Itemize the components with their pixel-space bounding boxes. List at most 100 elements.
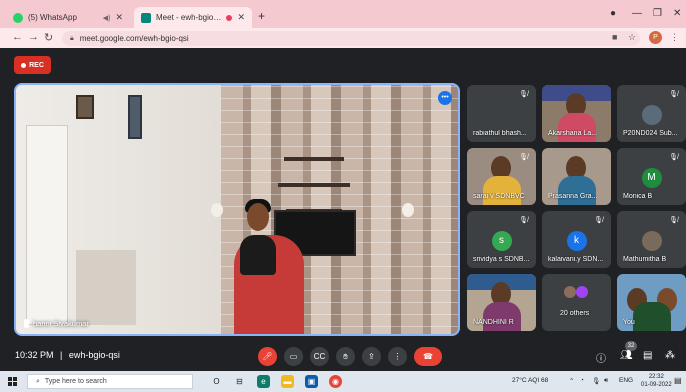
pin-icon xyxy=(24,319,29,328)
main-speaker-video[interactable]: ••• harini Sivakumar xyxy=(14,83,460,336)
dancer-face xyxy=(247,203,269,231)
participant-tile[interactable]: 🎙︎̸ s srividya s SDNB... xyxy=(467,211,536,268)
participant-photo xyxy=(558,113,596,142)
menu-dots-icon[interactable]: ⋮ xyxy=(670,32,679,43)
maximize-icon[interactable]: ❐ xyxy=(653,8,662,19)
avatar xyxy=(641,105,662,125)
participant-name: P20ND024 Sub... xyxy=(623,130,678,137)
avatar: k xyxy=(566,231,587,251)
new-tab-button[interactable]: + xyxy=(258,9,265,23)
bookmark-star-icon[interactable]: ☆ xyxy=(628,32,636,43)
participant-tile[interactable]: 🎙︎̸ P20ND024 Sub... xyxy=(617,85,686,142)
back-icon[interactable]: ← xyxy=(12,31,23,43)
participant-name: Monica B xyxy=(623,193,653,200)
chrome-icon[interactable]: ◉ xyxy=(329,375,342,388)
mic-tray-icon[interactable]: 🎙︎ xyxy=(592,377,600,385)
tab-title: Meet - ewh-bgio-qsi xyxy=(156,13,222,22)
close-tab-icon[interactable]: ✕ xyxy=(115,12,123,23)
address-bar[interactable]: 🔒︎ meet.google.com/ewh-bgio-qsi xyxy=(62,31,640,46)
leave-call-button[interactable]: ☎︎ xyxy=(414,347,442,366)
taskbar-clock[interactable]: 22:32 01-09-2022 xyxy=(641,373,672,389)
participant-tile[interactable]: 🎙︎̸ M Monica B xyxy=(617,148,686,205)
wall-picture xyxy=(76,95,94,119)
tab-meet[interactable]: Meet - ewh-bgio-qsi ✕ xyxy=(134,7,252,28)
present-screen-button[interactable]: ⇪ xyxy=(362,347,381,366)
captions-button[interactable]: CC xyxy=(310,347,329,366)
recording-dot-icon xyxy=(226,14,233,21)
camera-toggle-button[interactable]: ▭ xyxy=(284,347,303,366)
activities-icon[interactable]: ⁂ xyxy=(665,350,675,361)
more-options-button[interactable]: ⋮ xyxy=(388,347,407,366)
meeting-details-icon[interactable]: ⓘ xyxy=(596,350,606,365)
chat-icon[interactable]: ▤ xyxy=(643,350,652,361)
browser-toolbar: ← → ↻ 🔒︎ meet.google.com/ewh-bgio-qsi ■ … xyxy=(0,28,686,48)
volume-icon[interactable]: 🔊︎ xyxy=(604,377,608,385)
mic-off-icon: 🎙︎̸ xyxy=(519,154,528,161)
search-placeholder: Type here to search xyxy=(44,378,107,385)
task-view-icon[interactable]: ⊟ xyxy=(233,375,246,388)
mic-off-icon: 🎙︎̸ xyxy=(519,91,528,98)
avatar: M xyxy=(641,168,662,188)
participant-tile[interactable]: Akarshana La... xyxy=(542,85,611,142)
network-icon[interactable]: ◔ xyxy=(580,377,584,384)
tab-whatsapp[interactable]: (5) WhatsApp ◀) ✕ xyxy=(6,7,130,28)
room-counter xyxy=(76,250,136,325)
close-window-icon[interactable]: ✕ xyxy=(673,8,681,19)
participant-name: Akarshana La... xyxy=(548,130,598,137)
store-icon[interactable]: ▣ xyxy=(305,375,318,388)
weather-status[interactable]: 27°C AQI 68 xyxy=(512,377,548,384)
participant-name: You xyxy=(623,319,635,326)
file-explorer-icon[interactable]: ▬ xyxy=(281,375,294,388)
reload-icon[interactable]: ↻ xyxy=(44,31,53,44)
taskbar-search-input[interactable]: ⌕ Type here to search xyxy=(27,374,193,389)
participant-tile[interactable]: 🎙︎̸ rabiathul bhash... xyxy=(467,85,536,142)
media-control-icon[interactable]: ● xyxy=(610,8,616,19)
camera-indicator-icon[interactable]: ■ xyxy=(612,32,617,42)
raise-hand-button[interactable]: ✋︎ xyxy=(336,347,355,366)
wall-shelf xyxy=(278,183,350,187)
profile-avatar[interactable]: P xyxy=(649,31,662,44)
clock-date: 01-09-2022 xyxy=(641,382,672,388)
meet-control-bar: 10:32 PM | ewh-bgio-qsi 🎤︎ ▭ CC ✋︎ ⇪ ⋮ ☎… xyxy=(0,339,686,371)
speaking-indicator-icon: ••• xyxy=(438,91,452,105)
edge-icon[interactable]: e xyxy=(257,375,270,388)
minimize-icon[interactable]: — xyxy=(632,8,642,19)
participant-photo xyxy=(483,176,521,205)
participant-name: srividya s SDNB... xyxy=(473,256,530,263)
wall-lamp xyxy=(211,203,223,217)
close-tab-icon[interactable]: ✕ xyxy=(237,12,245,23)
mic-off-icon: 🎙︎̸ xyxy=(669,154,678,161)
recording-badge: REC xyxy=(14,56,51,74)
meeting-time: 10:32 PM xyxy=(15,350,54,360)
cortana-icon[interactable]: O xyxy=(210,375,223,388)
participant-name: kalaivani.y SDN... xyxy=(548,256,604,263)
participant-photo xyxy=(633,302,671,331)
meet-stage: REC ••• harini Sivakumar 🎙︎̸ rabiathul b… xyxy=(0,48,686,371)
mic-off-icon: 🎙︎̸ xyxy=(669,91,678,98)
tray-chevron-icon[interactable]: ⌃ xyxy=(569,377,574,385)
participant-tile[interactable]: Prasanna Gra... xyxy=(542,148,611,205)
whatsapp-icon xyxy=(13,12,23,23)
participant-name: Mathumitha B xyxy=(623,256,667,263)
browser-tab-strip: (5) WhatsApp ◀) ✕ Meet - ewh-bgio-qsi ✕ … xyxy=(0,0,686,28)
participant-photo xyxy=(483,302,521,331)
participant-tile[interactable]: You xyxy=(617,274,686,331)
language-indicator[interactable]: ENG xyxy=(619,377,633,384)
participant-name: rabiathul bhash... xyxy=(473,130,527,137)
meeting-code: ewh-bgio-qsi xyxy=(68,350,120,360)
forward-icon[interactable]: → xyxy=(28,31,39,43)
speaker-icon: ◀) xyxy=(102,14,111,22)
people-icon[interactable]: 👥︎ xyxy=(620,350,633,361)
mic-toggle-button[interactable]: 🎤︎ xyxy=(258,347,277,366)
participant-tile[interactable]: 🎙︎̸ k kalaivani.y SDN... xyxy=(542,211,611,268)
participant-tile[interactable]: 20 others xyxy=(542,274,611,331)
rec-label: REC xyxy=(29,61,44,69)
speaker-name: harini Sivakumar xyxy=(33,319,89,328)
tab-title: (5) WhatsApp xyxy=(28,13,77,22)
url-text: meet.google.com/ewh-bgio-qsi xyxy=(79,34,189,43)
participant-tile[interactable]: 🎙︎̸ Mathumitha B xyxy=(617,211,686,268)
windows-start-icon[interactable] xyxy=(8,377,17,386)
participant-tile[interactable]: 🎙︎̸ sarai v SDNBVC xyxy=(467,148,536,205)
notifications-icon[interactable]: ▤ xyxy=(674,376,682,385)
participant-tile[interactable]: NANDHINI R xyxy=(467,274,536,331)
